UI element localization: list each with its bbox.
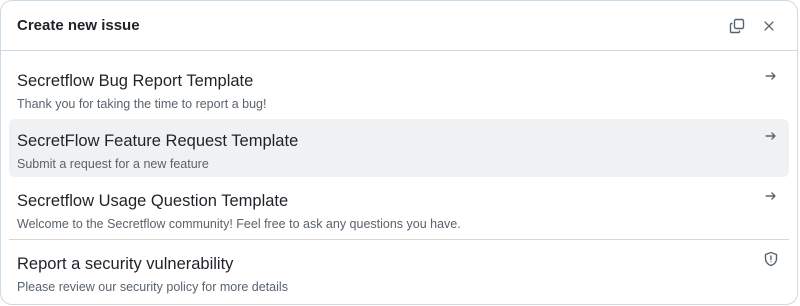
copy-icon [729, 18, 745, 33]
divider [9, 239, 789, 240]
arrow-right-icon [763, 68, 779, 84]
template-item-bug-report[interactable]: Secretflow Bug Report Template Thank you… [9, 59, 789, 117]
template-item-feature-request[interactable]: SecretFlow Feature Request Template Subm… [9, 119, 789, 177]
template-title: Secretflow Usage Question Template [17, 192, 289, 210]
close-icon [764, 20, 774, 31]
shield-icon [763, 251, 779, 267]
create-issue-dialog: Create new issue Secretflow Bug Report T… [0, 0, 798, 305]
arrow-right-icon [763, 128, 779, 144]
template-description: Thank you for taking the time to report … [17, 97, 267, 111]
copy-button[interactable] [725, 14, 749, 38]
template-list: Secretflow Bug Report Template Thank you… [1, 51, 797, 300]
dialog-title: Create new issue [17, 17, 140, 34]
dialog-header: Create new issue [1, 1, 797, 51]
security-title: Report a security vulnerability [17, 255, 234, 273]
close-button[interactable] [757, 14, 781, 38]
template-description: Welcome to the Secretflow community! Fee… [17, 217, 461, 231]
template-description: Submit a request for a new feature [17, 157, 209, 171]
template-title: SecretFlow Feature Request Template [17, 132, 299, 150]
template-item-usage-question[interactable]: Secretflow Usage Question Template Welco… [9, 179, 789, 237]
template-title: Secretflow Bug Report Template [17, 72, 254, 90]
security-description: Please review our security policy for mo… [17, 280, 288, 294]
arrow-right-icon [763, 188, 779, 204]
security-vulnerability-item[interactable]: Report a security vulnerability Please r… [9, 242, 789, 300]
